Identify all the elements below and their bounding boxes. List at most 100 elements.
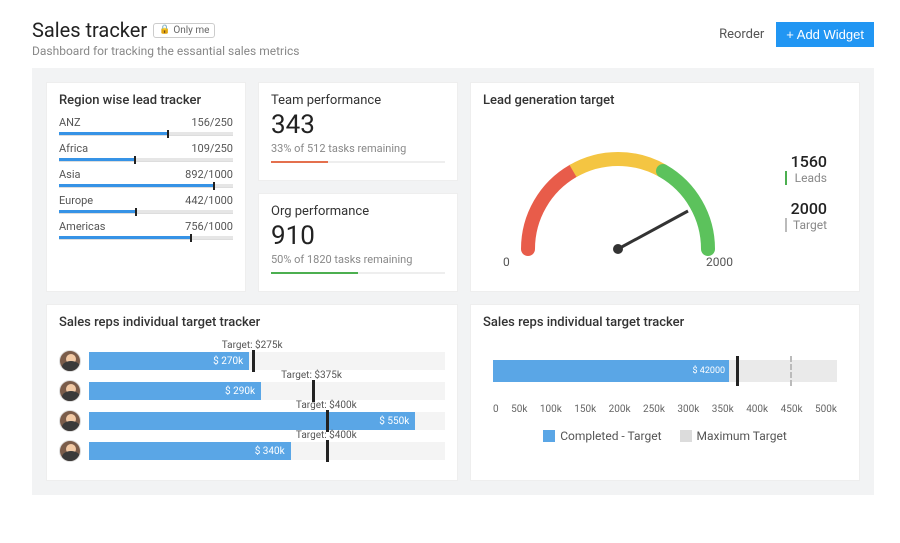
privacy-label: Only me [173,25,209,36]
leads-value: 1560 [785,152,827,171]
page-header: Sales tracker 🔒 Only me Dashboard for tr… [0,0,900,68]
aggregate-target-tick [736,356,739,386]
rep-fill: $ 550k [89,412,415,430]
title-block: Sales tracker 🔒 Only me Dashboard for tr… [32,18,299,58]
rep-fill: $ 290k [89,382,261,400]
aggregate-fill: $ 42000 [493,360,729,382]
axis-tick: 450k [781,404,803,415]
gauge-side-stats: 1560 Leads 2000 Target [785,152,827,246]
region-value: 442/1000 [185,194,233,207]
rep-bar: Target: $400k $ 550k [89,412,445,430]
gauge-max-label: 2000 [706,255,733,269]
target-label: Target [785,218,827,232]
rep-row: Target: $375k $ 290k [59,380,445,402]
dashboard-grid: Region wise lead tracker ANZ 156/250 Afr… [32,68,874,495]
aggregate-track: $ 42000 [493,360,837,382]
rep-bar: Target: $375k $ 290k [89,382,445,400]
perf-subtitle: 50% of 1820 tasks remaining [271,253,445,266]
legend-swatch-completed [543,430,555,442]
target-value: 2000 [785,199,827,218]
region-progress-track[interactable] [59,132,233,136]
performance-stack: Team performance 343 33% of 512 tasks re… [258,82,458,292]
perf-progress-track [271,161,445,163]
reps-tracker-right-card: Sales reps individual target tracker $ 4… [470,304,860,481]
axis-tick: 300k [677,404,699,415]
card-title: Lead generation target [483,93,847,108]
axis-tick: 0 [493,404,499,415]
region-name: Asia [59,168,81,181]
rep-fill: $ 270k [89,352,249,370]
aggregate-max-tick [790,356,792,386]
perf-subtitle: 33% of 512 tasks remaining [271,142,445,155]
card-title: Sales reps individual target tracker [59,315,445,330]
gauge-min-label: 0 [503,255,510,269]
rep-bar: Target: $275k $ 270k [89,352,445,370]
rep-track: $ 270k [89,352,445,370]
axis-tick: 250k [643,404,665,415]
add-widget-button[interactable]: + Add Widget [776,22,874,47]
region-value: 156/250 [191,116,233,129]
legend-swatch-max [680,430,692,442]
gauge-segment-red [528,171,573,249]
region-progress-track[interactable] [59,158,233,162]
axis-tick: 100k [540,404,562,415]
region-value: 756/1000 [185,220,233,233]
legend-max-label: Maximum Target [697,429,787,443]
avatar [59,440,81,462]
region-progress-track[interactable] [59,184,233,188]
gauge-segment-yellow [573,158,663,170]
rep-row: Target: $400k $ 550k [59,410,445,432]
region-row: Asia 892/1000 [59,168,233,188]
avatar [59,350,81,372]
region-tracker-card: Region wise lead tracker ANZ 156/250 Afr… [46,82,246,292]
region-row: ANZ 156/250 [59,116,233,136]
legend-completed: Completed - Target [543,429,661,443]
rep-target-tick [326,410,329,432]
card-title: Region wise lead tracker [59,93,233,108]
axis-tick: 500k [815,404,837,415]
axis-tick: 200k [609,404,631,415]
region-value: 892/1000 [185,168,233,181]
aggregate-value-label: $ 42000 [692,366,725,376]
gauge-needle-pin [613,244,623,254]
region-progress-fill [59,236,191,239]
region-name: Americas [59,220,105,233]
privacy-badge[interactable]: 🔒 Only me [153,23,215,38]
region-row: Africa 109/250 [59,142,233,162]
lead-gauge-card: Lead generation target 0 [470,82,860,292]
org-performance-card: Org performance 910 50% of 1820 tasks re… [258,193,458,292]
card-title: Sales reps individual target tracker [483,315,847,330]
page-title: Sales tracker [32,18,147,42]
perf-progress-track [271,272,445,274]
region-name: ANZ [59,116,81,129]
region-progress-fill [59,132,168,135]
axis-tick: 50k [511,404,527,415]
rep-row: Target: $400k $ 340k [59,440,445,462]
rep-fill: $ 340k [89,442,291,460]
region-progress-track[interactable] [59,210,233,214]
rep-track: $ 290k [89,382,445,400]
card-title: Org performance [271,204,445,219]
legend-max: Maximum Target [680,429,787,443]
rep-target-tick [312,380,315,402]
legend-completed-label: Completed - Target [560,429,661,443]
reorder-button[interactable]: Reorder [719,27,764,42]
card-title: Team performance [271,93,445,108]
leads-label: Leads [785,171,827,185]
axis-tick: 400k [746,404,768,415]
aggregate-bar-chart: $ 42000 [493,350,837,400]
rep-target-tick [252,350,255,372]
perf-progress-fill [271,161,328,163]
rep-row: Target: $275k $ 270k [59,350,445,372]
rep-track: $ 550k [89,412,445,430]
region-row: Europe 442/1000 [59,194,233,214]
region-progress-track[interactable] [59,236,233,240]
region-row: Americas 756/1000 [59,220,233,240]
gauge-needle [618,211,688,249]
rep-bar: Target: $400k $ 340k [89,442,445,460]
region-name: Africa [59,142,88,155]
gauge-chart: 0 2000 [503,129,733,269]
reps-tracker-left-card: Sales reps individual target tracker Tar… [46,304,458,481]
region-value: 109/250 [191,142,233,155]
region-progress-fill [59,184,214,187]
